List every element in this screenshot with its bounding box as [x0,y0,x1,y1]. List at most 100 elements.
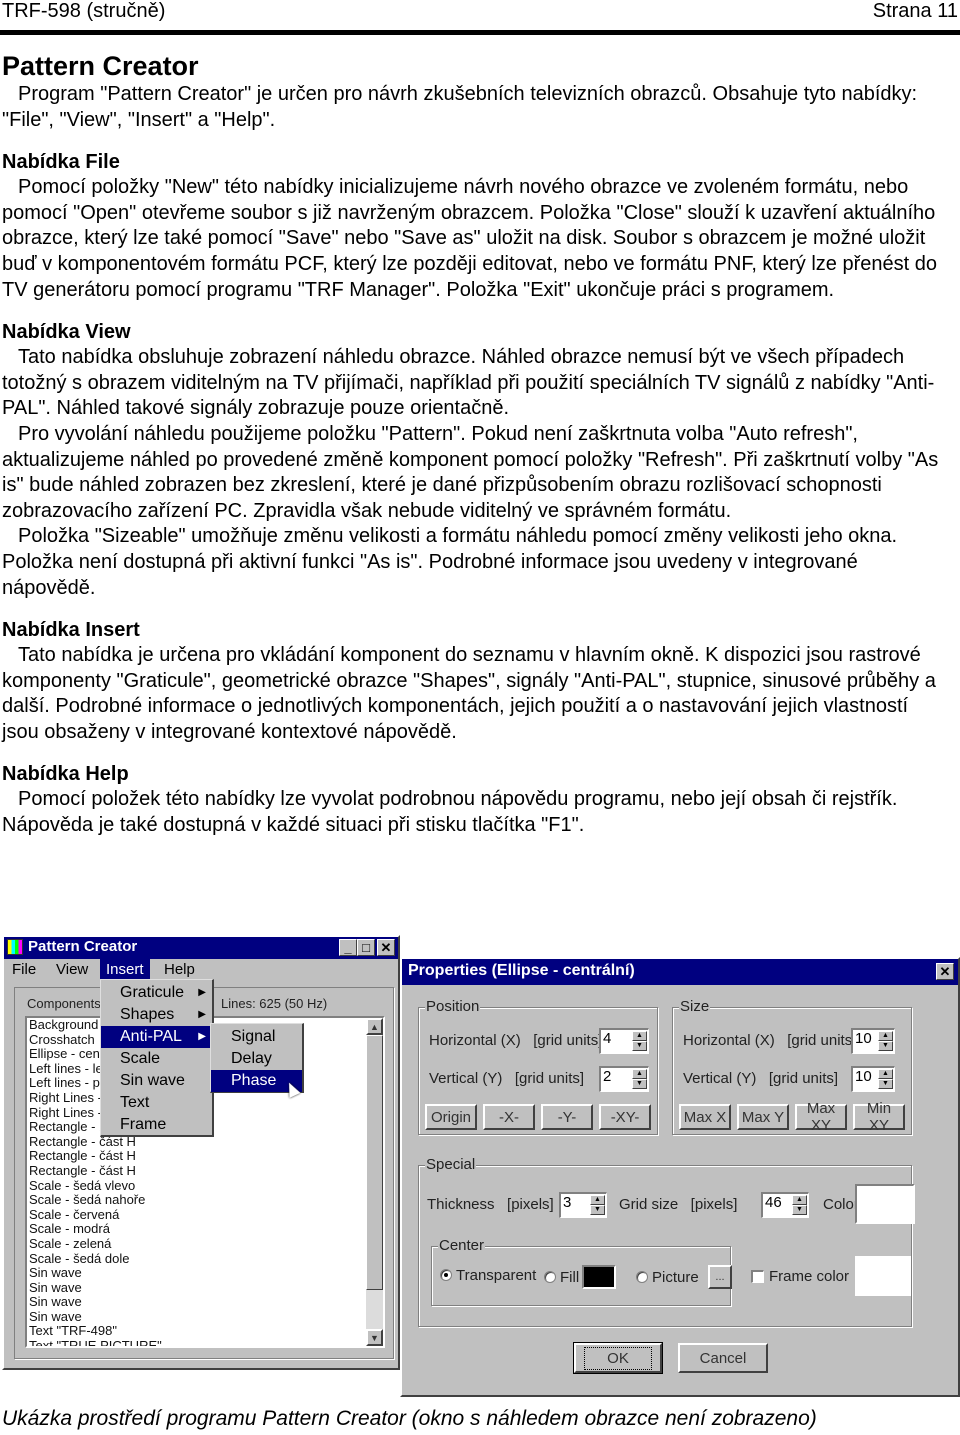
submenu-item-signal[interactable]: Signal [211,1026,302,1048]
spin-up-icon[interactable]: ▲ [590,1195,605,1205]
menu-item-label: Scale [120,1050,161,1067]
radio-transparent-label[interactable]: Transparent [456,1267,536,1284]
grid-size-input[interactable]: 46 ▲ ▼ [761,1192,809,1218]
menu-file[interactable]: File [12,961,36,978]
radio-fill[interactable] [544,1271,556,1283]
min-xy-button[interactable]: Min XY [853,1100,905,1134]
menu-item-anti-pal[interactable]: Anti-PAL ▶ [101,1026,212,1048]
dialog-close-button[interactable]: ✕ [936,963,954,980]
spin-down-icon[interactable]: ▼ [632,1079,647,1089]
x-button[interactable]: -X- [483,1104,535,1130]
position-horizontal-input[interactable]: 4 ▲ ▼ [599,1028,649,1054]
max-x-button[interactable]: Max X [679,1104,731,1130]
frame-color-swatch[interactable] [855,1256,911,1296]
scroll-thumb[interactable] [366,1035,383,1290]
spin-up-icon[interactable]: ▲ [878,1031,893,1041]
thickness-input[interactable]: 3 ▲ ▼ [559,1192,607,1218]
list-item[interactable]: Sin wave [29,1265,383,1281]
list-item[interactable]: Scale - šedá vlevo [29,1178,383,1194]
scroll-up-button[interactable]: ▲ [366,1018,383,1035]
dialog-titlebar: Properties (Ellipse - centrální) ✕ [402,959,958,985]
spin-down-icon[interactable]: ▼ [792,1205,807,1215]
section-heading-help: Nabídka Help [2,763,129,786]
list-item[interactable]: Scale - šedá nahoře [29,1193,383,1208]
spin-up-icon[interactable]: ▲ [878,1069,893,1079]
list-item[interactable]: Scale - červená [29,1207,383,1223]
list-item[interactable]: Scale - modrá [29,1222,383,1237]
minimize-button[interactable]: _ [339,939,357,956]
browse-picture-button[interactable]: ... [708,1265,732,1289]
spin-down-icon[interactable]: ▼ [590,1205,605,1215]
menu-item-sin-wave[interactable]: Sin wave [101,1070,212,1092]
xy-button[interactable]: -XY- [599,1104,651,1130]
max-xy-button[interactable]: Max XY [795,1100,847,1134]
section-view-paragraph: Tato nabídka obsluhuje zobrazení náhledu… [2,346,935,420]
menu-item-label: Anti-PAL [120,1028,182,1045]
color-swatch[interactable] [855,1184,915,1224]
list-scrollbar[interactable]: ▲ ▼ [366,1018,383,1346]
spin-up-icon[interactable]: ▲ [632,1031,647,1041]
menu-item-frame[interactable]: Frame [101,1114,212,1136]
page-title: Pattern Creator [2,51,199,81]
radio-transparent[interactable] [440,1269,452,1281]
center-group: Center Transparent Fill Picture ... [431,1237,732,1306]
spin-down-icon[interactable]: ▼ [632,1041,647,1051]
components-label: Components [27,996,101,1011]
size-horizontal-label: Horizontal (X) [grid units] [683,1032,857,1049]
fill-color-swatch[interactable] [582,1265,616,1289]
list-item[interactable]: Text "TRUE PICTURE" [29,1338,383,1346]
spin-up-icon[interactable]: ▲ [632,1069,647,1079]
spin-up-icon[interactable]: ▲ [792,1195,807,1205]
size-group-label: Size [679,998,711,1015]
properties-dialog: Properties (Ellipse - centrální) ✕ Posit… [400,957,960,1397]
list-item[interactable]: Scale - zelená [29,1236,383,1252]
menu-insert[interactable]: Insert [100,959,150,980]
menu-item-shapes[interactable]: Shapes ▶ [101,1004,212,1026]
radio-picture-label[interactable]: Picture [652,1269,699,1286]
close-button[interactable]: ✕ [377,939,395,956]
section-help-paragraph: Pomocí položek této nabídky lze vyvolat … [2,788,898,837]
y-button[interactable]: -Y- [541,1104,593,1130]
scroll-down-button[interactable]: ▼ [366,1329,383,1346]
submenu-item-delay[interactable]: Delay [211,1048,302,1070]
menu-item-text[interactable]: Text [101,1092,212,1114]
radio-fill-label[interactable]: Fill [560,1269,579,1286]
position-group: Position Horizontal (X) [grid units] 4 ▲… [418,998,658,1135]
ok-button[interactable]: OK [573,1342,663,1374]
list-item[interactable]: Scale - šedá dole [29,1251,383,1267]
size-vertical-input[interactable]: 10 ▲ ▼ [851,1066,895,1092]
list-item[interactable]: Rectangle - část H [29,1149,383,1164]
header-rule [0,30,960,35]
section-file-paragraph: Pomocí položky "New" této nabídky inicia… [2,176,937,301]
menu-item-label: Sin wave [120,1072,185,1089]
max-y-button[interactable]: Max Y [737,1104,789,1130]
menu-item-label: Shapes [120,1006,175,1023]
frame-color-checkbox[interactable] [751,1270,764,1283]
frame-color-label[interactable]: Frame color [769,1268,849,1285]
section-view-paragraph: Položka "Sizeable" umožňuje změnu veliko… [2,525,898,599]
menubar: File View Insert Help [4,959,398,981]
radio-dot-icon [444,1273,448,1277]
submenu-arrow-icon: ▶ [198,987,206,998]
menu-item-scale[interactable]: Scale [101,1048,212,1070]
menu-item-graticule[interactable]: Graticule ▶ [101,982,212,1004]
spin-down-icon[interactable]: ▼ [878,1041,893,1051]
menu-view[interactable]: View [56,961,88,978]
spin-down-icon[interactable]: ▼ [878,1079,893,1089]
position-vertical-input[interactable]: 2 ▲ ▼ [599,1066,649,1092]
cancel-button[interactable]: Cancel [678,1343,768,1373]
menu-item-label: Graticule [120,984,185,1001]
menu-help[interactable]: Help [164,961,195,978]
radio-picture[interactable] [636,1271,648,1283]
list-item[interactable]: Sin wave [29,1309,383,1325]
document-id: TRF-598 (stručně) [2,0,166,22]
maximize-button[interactable]: □ [357,939,375,956]
list-item[interactable]: Rectangle - část H [29,1163,383,1179]
special-group-label: Special [425,1156,477,1173]
page-number: Strana 11 [872,0,958,22]
size-horizontal-input[interactable]: 10 ▲ ▼ [851,1028,895,1054]
list-item[interactable]: Text "TRF-498" [29,1324,383,1339]
list-item[interactable]: Sin wave [29,1295,383,1310]
origin-button[interactable]: Origin [425,1104,477,1130]
list-item[interactable]: Sin wave [29,1280,383,1296]
